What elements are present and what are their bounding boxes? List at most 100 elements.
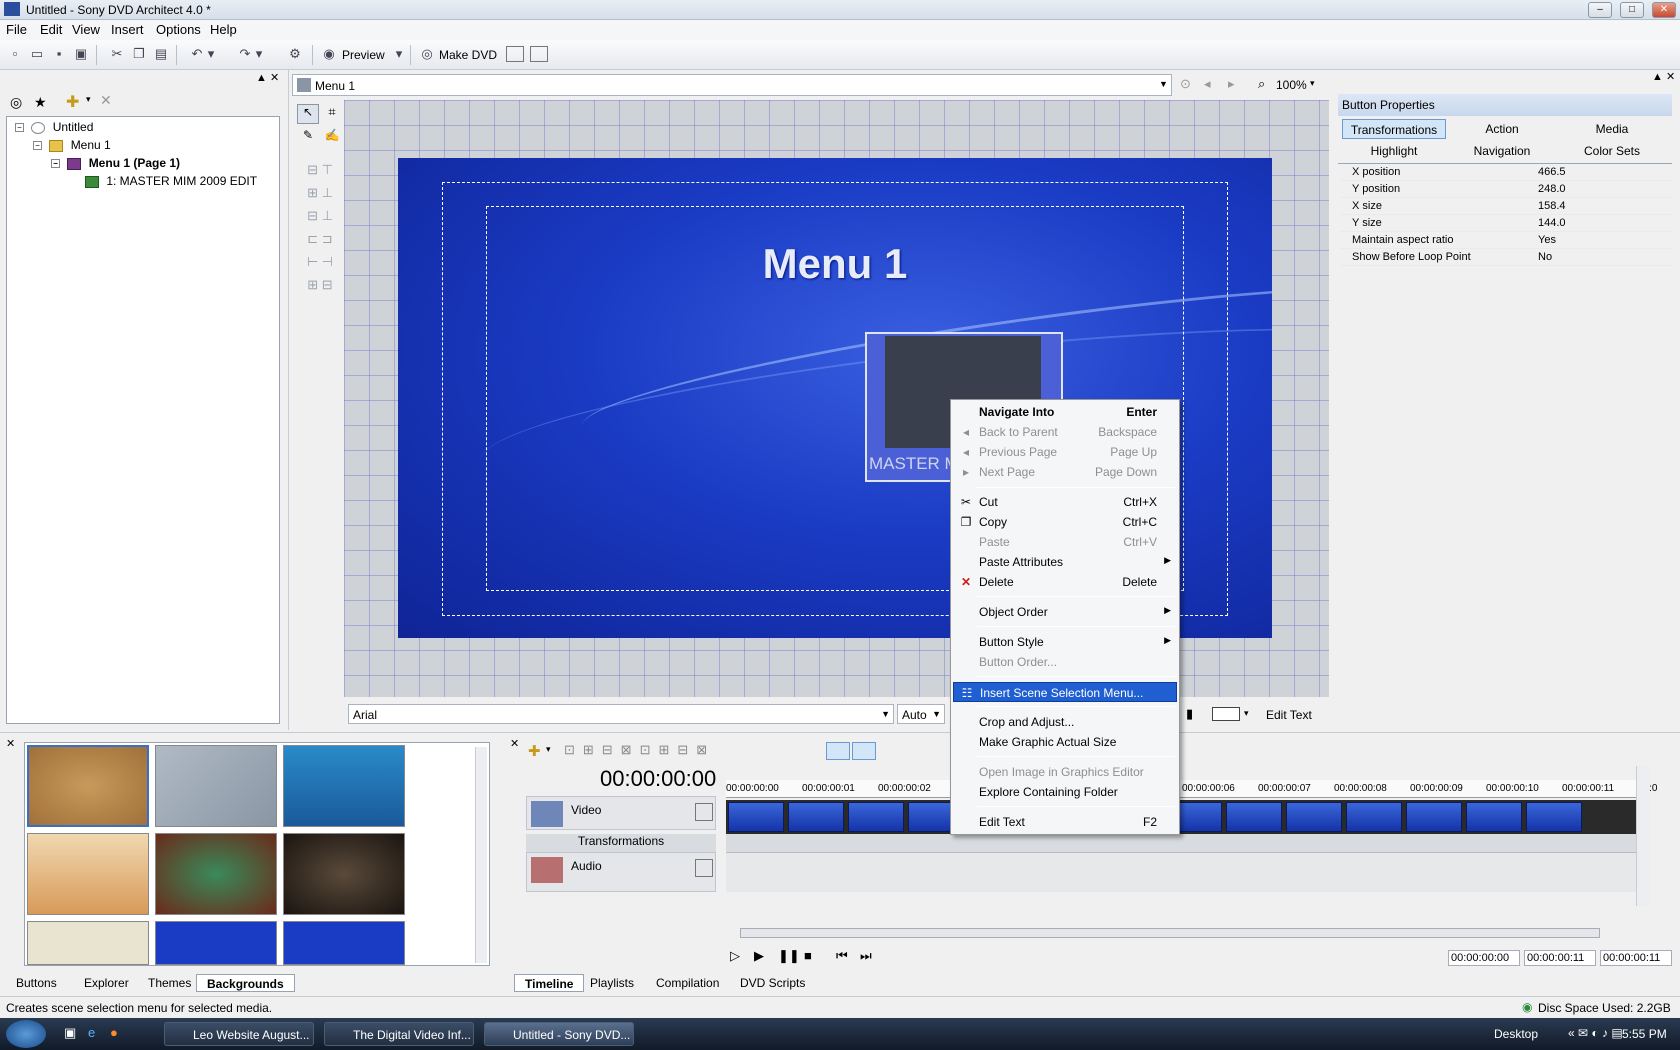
background-thumbnail[interactable] [155,921,277,965]
target-icon[interactable]: ◎ [10,94,22,111]
property-row[interactable]: X size 158.4 [1340,198,1672,215]
background-thumbnail[interactable] [27,921,149,965]
ie-icon[interactable]: e [88,1025,95,1040]
panel-close-icon[interactable]: ✕ [6,737,15,750]
background-thumbnail[interactable] [155,745,277,827]
panel-close-icon[interactable]: ✕ [270,71,279,84]
menu-item-cut[interactable]: ✂ Cut Ctrl+X [953,492,1177,512]
time-length-field[interactable]: 00:00:00:11 [1600,950,1672,966]
property-value[interactable]: 144.0 [1538,217,1566,229]
snap-icon[interactable] [826,742,850,760]
menu-item-next-page[interactable]: ▸ Next Page Page Down [953,462,1177,482]
crop-tool-icon[interactable]: ⌗ [321,104,343,124]
tab-highlight[interactable]: Highlight [1342,141,1446,161]
next-icon[interactable]: ▸ [1228,76,1235,92]
video-frame[interactable] [1226,802,1282,832]
chevron-down-icon[interactable]: ▼ [881,709,890,719]
button-label[interactable]: MASTER M [869,454,959,474]
go-to-end-icon[interactable]: ⏭ [860,948,872,964]
add-dropdown-icon[interactable]: ▾ [86,94,91,105]
tab-playlists[interactable]: Playlists [580,974,644,992]
video-frame[interactable] [1346,802,1402,832]
menu-item-button-style[interactable]: Button Style ▶ [953,632,1177,652]
property-row[interactable]: Maintain aspect ratio Yes [1340,232,1672,249]
delete-icon[interactable]: ✕ [100,92,112,109]
menu-item-copy[interactable]: ❐ Copy Ctrl+C [953,512,1177,532]
tray-icons[interactable]: « ✉ ◐ ♪ ▤ [1568,1026,1623,1040]
collapse-icon[interactable]: − [15,123,24,133]
menu-item-previous-page[interactable]: ◂ Previous Page Page Up [953,442,1177,462]
transformations-lane[interactable] [726,834,1636,852]
make-dvd-button[interactable]: Make DVD [439,48,497,62]
property-value[interactable]: No [1538,251,1552,263]
tab-themes[interactable]: Themes [138,974,201,992]
cut-icon[interactable]: ✂ [108,46,126,62]
taskbar-item[interactable]: Leo Website August... [164,1022,314,1046]
start-button[interactable] [6,1020,46,1048]
up-icon[interactable]: ⊙ [1180,76,1191,92]
preview-dropdown-icon[interactable]: ▾ [394,46,404,62]
text-color-icon[interactable]: ▮ [1186,706,1193,722]
menu-item-object-order[interactable]: Object Order ▶ [953,602,1177,622]
font-select[interactable]: Arial ▼ [348,704,894,724]
play-icon[interactable]: ▶ [754,948,764,964]
collapse-icon[interactable]: − [51,159,60,169]
menu-item-paste[interactable]: Paste Ctrl+V [953,532,1177,552]
open-icon[interactable]: ▭ [28,46,46,62]
play-from-start-icon[interactable]: ▷ [730,948,740,964]
favorite-icon[interactable]: ★ [34,94,47,111]
color-swatch[interactable] [1212,707,1240,721]
minimize-button[interactable]: – [1588,2,1612,18]
background-thumbnail[interactable] [283,921,405,965]
audio-track-header[interactable]: Audio [526,852,716,892]
tree-node-menu[interactable]: − Menu 1 [33,138,111,152]
new-icon[interactable]: ▫ [6,46,24,62]
menu-selector[interactable]: Menu 1 ▼ [292,74,1172,96]
zoom-value[interactable]: 100% [1276,78,1307,92]
save-icon[interactable]: ▪ [50,46,68,62]
menu-item-edit-text[interactable]: Edit Text F2 [953,812,1177,832]
background-thumbnail[interactable] [27,833,149,915]
panel-close-icon[interactable]: ✕ [1666,70,1675,83]
pin-icon[interactable]: ▲ [256,72,267,84]
tab-navigation[interactable]: Navigation [1450,141,1554,161]
safe-area-icon[interactable] [506,46,524,62]
background-thumbnail[interactable] [283,833,405,915]
collapse-icon[interactable]: − [33,141,42,151]
stop-icon[interactable]: ■ [804,948,812,963]
taskbar-item[interactable]: The Digital Video Inf... [324,1022,474,1046]
show-desktop-icon[interactable]: ▣ [64,1025,76,1041]
tab-timeline[interactable]: Timeline [514,974,585,992]
video-frame[interactable] [1466,802,1522,832]
save-as-icon[interactable]: ▣ [72,46,90,62]
color-dropdown-icon[interactable]: ▾ [1244,708,1249,719]
go-to-start-icon[interactable]: ⏮ [836,948,848,964]
video-frame[interactable] [728,802,784,832]
video-frame[interactable] [1406,802,1462,832]
menu-file[interactable]: File [6,22,27,37]
tab-backgrounds[interactable]: Backgrounds [196,974,295,992]
font-size-select[interactable]: Auto ▼ [897,704,945,724]
close-button[interactable]: ✕ [1652,2,1676,18]
menu-title-text[interactable]: Menu 1 [740,240,930,288]
pin-icon[interactable]: ▲ [1652,71,1663,83]
speaker-icon[interactable] [695,859,713,877]
property-row[interactable]: Show Before Loop Point No [1340,249,1672,266]
brush-tool-icon[interactable]: ✎ [297,128,319,148]
tree-node-page[interactable]: − Menu 1 (Page 1) [51,156,180,170]
grid-icon[interactable] [530,46,548,62]
menu-options[interactable]: Options [156,22,201,37]
tab-media[interactable]: Media [1560,119,1664,139]
menu-item-crop-and-adjust[interactable]: Crop and Adjust... [953,712,1177,732]
tab-buttons[interactable]: Buttons [6,974,67,992]
video-frame[interactable] [1526,802,1582,832]
menu-insert[interactable]: Insert [111,22,144,37]
tree-node-root[interactable]: − Untitled [15,120,93,134]
menu-item-explore-containing-folder[interactable]: Explore Containing Folder [953,782,1177,802]
tab-color-sets[interactable]: Color Sets [1560,141,1664,161]
maximize-button[interactable]: □ [1620,2,1644,18]
background-thumbnail[interactable] [155,833,277,915]
gallery-scrollbar[interactable] [475,747,487,963]
menu-item-back-to-parent[interactable]: ◂ Back to Parent Backspace [953,422,1177,442]
add-dropdown-icon[interactable]: ▾ [546,744,551,755]
